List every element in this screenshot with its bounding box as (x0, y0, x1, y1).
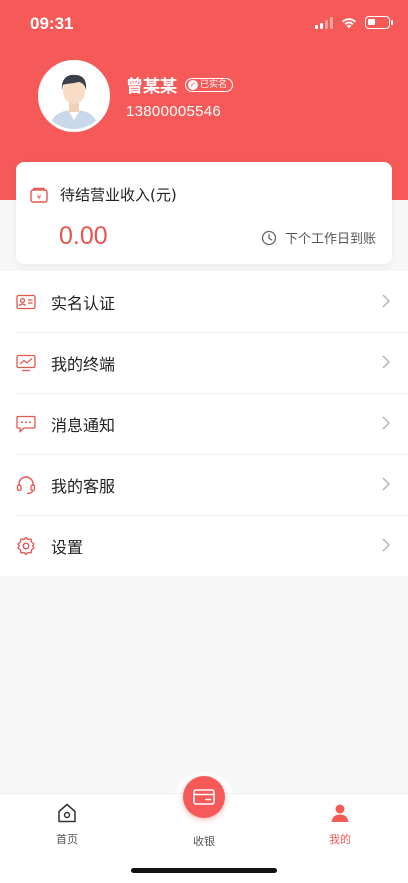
tab-cashier-label: 收银 (193, 835, 215, 848)
cashier-button[interactable] (183, 776, 225, 818)
tab-cashier[interactable]: 收银 (164, 830, 244, 849)
headset-icon (16, 475, 36, 495)
card-icon (193, 789, 215, 805)
status-icons (315, 16, 393, 29)
tab-home-label: 首页 (56, 833, 78, 846)
menu-label: 实名认证 (51, 293, 116, 313)
user-name: 曾某某 (126, 77, 177, 97)
menu-item-notifications[interactable]: 消息通知 (0, 393, 408, 454)
menu-label: 设置 (51, 537, 84, 557)
wallet-icon: ¥ (30, 187, 48, 203)
chevron-right-icon (382, 538, 390, 552)
terminal-icon (16, 353, 36, 373)
menu-item-my-terminals[interactable]: 我的终端 (0, 332, 408, 393)
menu-label: 我的客服 (51, 476, 116, 496)
verified-badge: ✓ 已实名 (185, 77, 234, 92)
chevron-right-icon (382, 355, 390, 369)
menu-item-customer-service[interactable]: 我的客服 (0, 454, 408, 515)
gear-icon (16, 536, 36, 556)
tab-mine-label: 我的 (329, 833, 351, 846)
tab-mine[interactable]: 我的 (300, 802, 380, 847)
battery-icon (365, 16, 393, 29)
pending-income-card[interactable]: ¥ 待结营业收入(元) 0.00 下个工作日到账 (16, 162, 392, 264)
status-bar: 09:31 (0, 0, 408, 50)
user-info: 曾某某 ✓ 已实名 13800005546 (126, 72, 234, 120)
id-card-icon (16, 292, 36, 312)
income-amount: 0.00 (59, 222, 108, 250)
check-icon: ✓ (188, 79, 198, 90)
status-time: 09:31 (30, 14, 74, 33)
tab-home[interactable]: 首页 (27, 802, 107, 847)
menu-label: 消息通知 (51, 415, 116, 435)
verified-label: 已实名 (200, 79, 228, 90)
avatar[interactable] (38, 60, 110, 132)
chevron-right-icon (382, 294, 390, 308)
message-icon (16, 414, 36, 434)
user-phone: 13800005546 (126, 103, 222, 120)
cellular-signal-icon (315, 16, 333, 29)
settlement-note: 下个工作日到账 (261, 228, 376, 247)
menu-list: 实名认证 我的终端 消息通知 我的客服 设置 (0, 271, 408, 576)
wifi-icon (342, 17, 356, 28)
chevron-right-icon (382, 477, 390, 491)
user-profile[interactable]: 曾某某 ✓ 已实名 13800005546 (38, 60, 234, 132)
income-title: 待结营业收入(元) (60, 186, 177, 204)
menu-item-real-name-verification[interactable]: 实名认证 (0, 271, 408, 332)
menu-label: 我的终端 (51, 354, 116, 374)
chevron-right-icon (382, 416, 390, 430)
home-icon (58, 803, 76, 823)
user-avatar-icon (41, 63, 107, 129)
settlement-text: 下个工作日到账 (284, 232, 376, 247)
person-icon (331, 804, 349, 822)
svg-text:¥: ¥ (37, 193, 42, 201)
menu-item-settings[interactable]: 设置 (0, 515, 408, 576)
home-indicator (131, 868, 277, 873)
clock-icon (261, 230, 277, 245)
